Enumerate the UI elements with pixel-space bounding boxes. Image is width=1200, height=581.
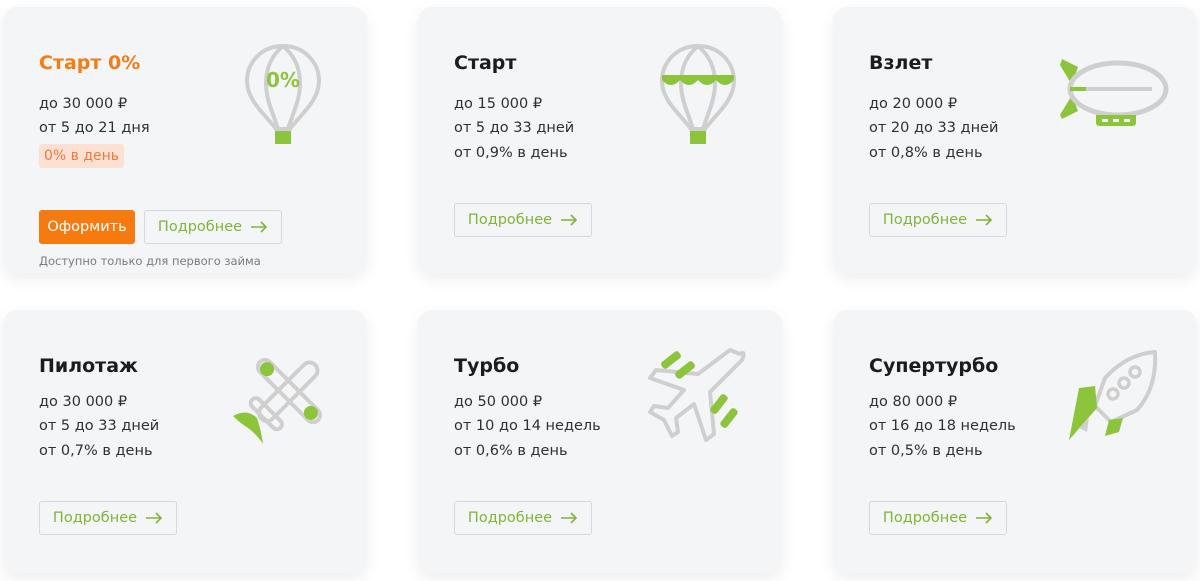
card-amount: до 20 000 ₽ bbox=[869, 96, 958, 112]
product-card-turbo: Турбо до 50 000 ₽ от 10 до 14 недель от … bbox=[418, 310, 782, 573]
rate-badge: 0% в день bbox=[39, 144, 125, 168]
product-card-pilotazh: Пилотаж до 30 000 ₽ от 5 до 33 дней от 0… bbox=[3, 310, 367, 573]
balloon-zero-percent-icon: 0% bbox=[244, 43, 322, 147]
jet-plane-icon bbox=[648, 348, 748, 444]
propeller-plane-icon bbox=[231, 346, 337, 446]
more-button[interactable]: Подробнее bbox=[869, 501, 1007, 535]
airship-icon bbox=[1056, 55, 1170, 129]
more-button[interactable]: Подробнее bbox=[454, 501, 592, 535]
card-note: Доступно только для первого займа bbox=[39, 254, 261, 268]
card-title: Турбо bbox=[454, 355, 520, 377]
card-term: от 10 до 14 недель bbox=[454, 418, 601, 434]
more-button[interactable]: Подробнее bbox=[144, 210, 282, 244]
hot-air-balloon-icon bbox=[659, 43, 737, 147]
more-button-label: Подробнее bbox=[467, 510, 553, 526]
card-title: Старт bbox=[454, 52, 517, 74]
card-term: от 5 до 21 дня bbox=[39, 120, 150, 136]
more-button-label: Подробнее bbox=[467, 212, 553, 228]
product-card-vzlet: Взлет до 20 000 ₽ от 20 до 33 дней от 0,… bbox=[833, 7, 1197, 273]
balloon-percent-text: 0% bbox=[266, 68, 300, 92]
arrow-right-icon bbox=[145, 512, 163, 524]
card-rate: от 0,6% в день bbox=[454, 443, 568, 459]
card-title: Взлет bbox=[869, 52, 933, 74]
card-rate: от 0,9% в день bbox=[454, 145, 568, 161]
card-term: от 5 до 33 дней bbox=[39, 418, 160, 434]
apply-button[interactable]: Оформить bbox=[39, 210, 135, 244]
arrow-right-icon bbox=[975, 512, 993, 524]
card-amount: до 80 000 ₽ bbox=[869, 394, 958, 410]
card-amount: до 30 000 ₽ bbox=[39, 394, 128, 410]
more-button[interactable]: Подробнее bbox=[454, 203, 592, 237]
arrow-right-icon bbox=[560, 214, 578, 226]
card-rate: от 0,8% в день bbox=[869, 145, 983, 161]
card-title: Пилотаж bbox=[39, 355, 138, 377]
arrow-right-icon bbox=[250, 221, 268, 233]
product-card-start: Старт до 15 000 ₽ от 5 до 33 дней от 0,9… bbox=[418, 7, 782, 273]
card-term: от 5 до 33 дней bbox=[454, 120, 575, 136]
card-amount: до 15 000 ₽ bbox=[454, 96, 543, 112]
card-rate: от 0,7% в день bbox=[39, 443, 153, 459]
more-button-label: Подробнее bbox=[52, 510, 138, 526]
card-amount: до 50 000 ₽ bbox=[454, 394, 543, 410]
arrow-right-icon bbox=[560, 512, 578, 524]
more-button-label: Подробнее bbox=[882, 212, 968, 228]
card-term: от 20 до 33 дней bbox=[869, 120, 999, 136]
card-rate: от 0,5% в день bbox=[869, 443, 983, 459]
card-term: от 16 до 18 недель bbox=[869, 418, 1016, 434]
rocket-icon bbox=[1065, 348, 1159, 442]
product-card-superturbo: Супертурбо до 80 000 ₽ от 16 до 18 недел… bbox=[833, 310, 1197, 573]
more-button[interactable]: Подробнее bbox=[39, 501, 177, 535]
card-amount: до 30 000 ₽ bbox=[39, 96, 128, 112]
card-title: Старт 0% bbox=[39, 52, 141, 74]
card-title: Супертурбо bbox=[869, 355, 999, 377]
product-card-start-zero: Старт 0% до 30 000 ₽ от 5 до 21 дня 0% в… bbox=[3, 7, 367, 273]
more-button-label: Подробнее bbox=[882, 510, 968, 526]
arrow-right-icon bbox=[975, 214, 993, 226]
more-button-label: Подробнее bbox=[157, 219, 243, 235]
more-button[interactable]: Подробнее bbox=[869, 203, 1007, 237]
